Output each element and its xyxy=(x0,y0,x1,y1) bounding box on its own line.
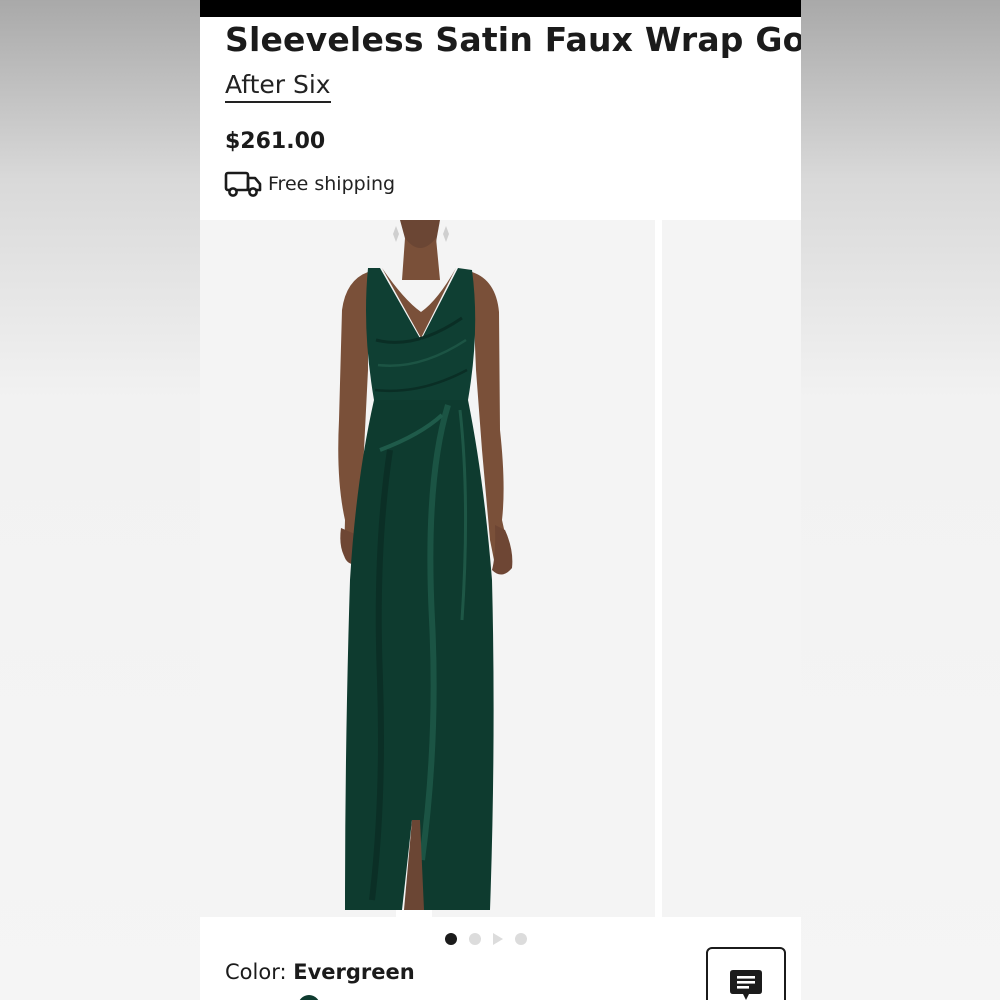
truck-icon xyxy=(224,169,262,199)
chat-icon xyxy=(728,969,764,1000)
brand-link[interactable]: After Six xyxy=(225,70,331,103)
pagination-dot[interactable] xyxy=(469,933,481,945)
shipping-label: Free shipping xyxy=(268,173,396,195)
shipping-info: Free shipping xyxy=(224,168,395,200)
color-label: Color: xyxy=(225,960,287,984)
pagination-dot[interactable] xyxy=(515,933,527,945)
background-right xyxy=(801,0,1000,1000)
color-value: Evergreen xyxy=(293,960,415,984)
color-selector-label: Color: Evergreen xyxy=(225,960,415,984)
product-page: Sleeveless Satin Faux Wrap Gown After Si… xyxy=(200,0,801,1000)
product-title: Sleeveless Satin Faux Wrap Gown xyxy=(225,20,801,59)
product-price: $261.00 xyxy=(225,129,326,154)
gallery-image-next[interactable] xyxy=(662,220,801,917)
gown-photo xyxy=(338,220,513,917)
background-left xyxy=(0,0,200,1000)
gallery-image-main[interactable] xyxy=(200,220,655,917)
video-play-icon[interactable] xyxy=(493,933,503,945)
status-bar xyxy=(200,0,801,17)
image-gallery[interactable] xyxy=(200,220,801,917)
gallery-pagination xyxy=(445,932,527,946)
chat-button[interactable] xyxy=(706,947,786,1000)
pagination-dot-active[interactable] xyxy=(445,933,457,945)
color-swatch[interactable] xyxy=(298,995,320,1000)
